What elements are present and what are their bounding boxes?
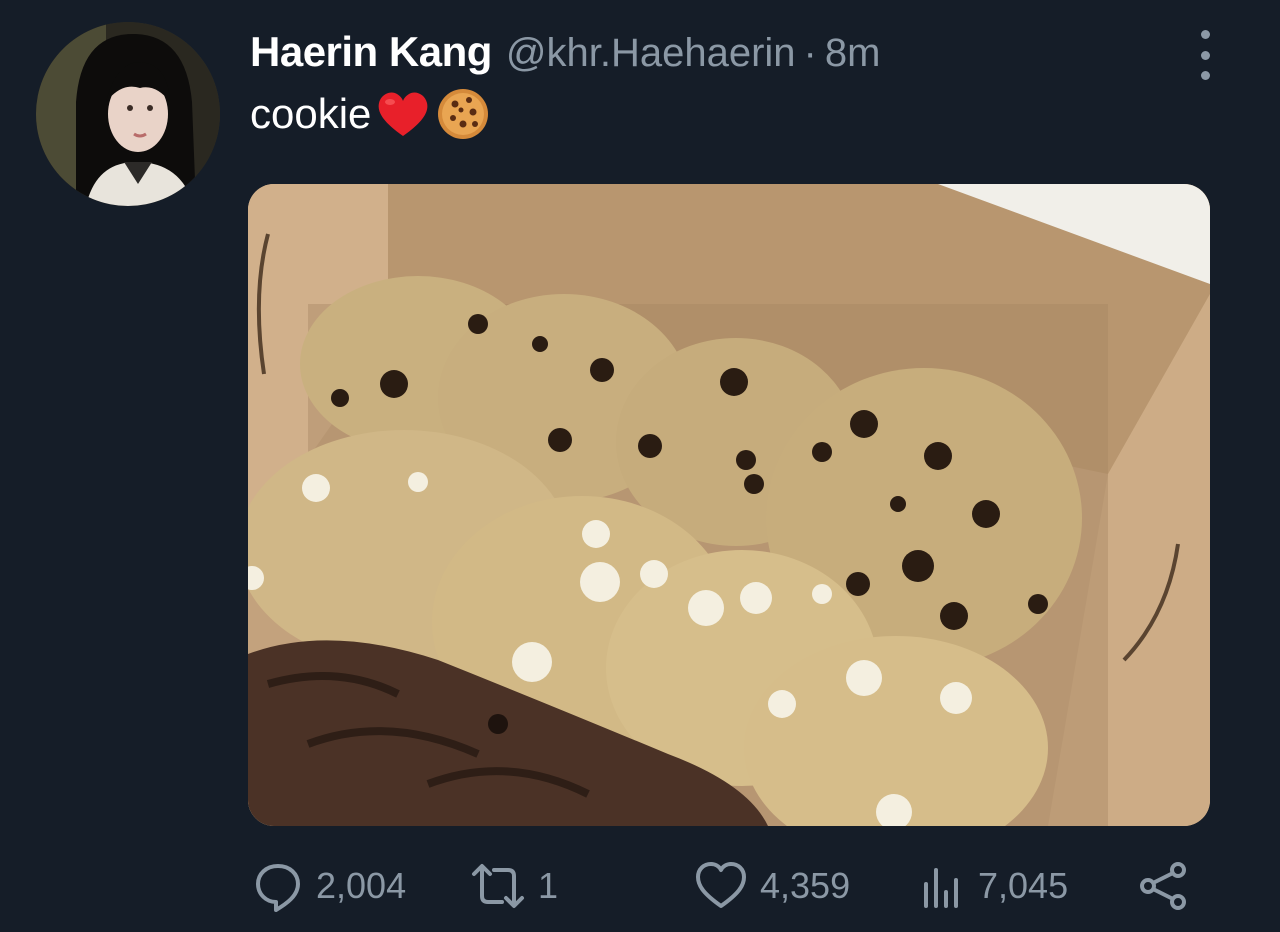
like-button[interactable]: 4,359 (694, 858, 850, 914)
more-options-icon[interactable] (1190, 30, 1220, 80)
cookie-emoji-icon (435, 86, 491, 142)
tweet-text-content: cookie (250, 90, 372, 137)
avatar[interactable] (36, 22, 220, 206)
display-name[interactable]: Haerin Kang (250, 28, 492, 76)
reply-count: 2,004 (316, 865, 407, 906)
separator-dot: · (803, 31, 817, 75)
retweet-count: 1 (538, 865, 559, 906)
action-bar: 2,004 1 4,359 7,045 (0, 850, 1280, 920)
share-button[interactable] (1136, 858, 1192, 914)
tweet-text: cookie (250, 86, 491, 142)
views-button[interactable]: 7,045 (918, 858, 1068, 914)
reply-button[interactable]: 2,004 (252, 858, 406, 914)
tweet[interactable]: Haerin Kang @khr.Haehaerin · 8m cookie 2… (0, 0, 1280, 932)
cookies-box-photo (248, 184, 1210, 826)
more-dot (1200, 30, 1210, 39)
reply-icon (256, 864, 300, 912)
timestamp[interactable]: 8m (825, 31, 881, 76)
more-dot (1200, 50, 1210, 60)
analytics-icon (924, 868, 958, 908)
red-heart-emoji-icon (375, 86, 431, 142)
user-handle[interactable]: @khr.Haehaerin (506, 31, 796, 76)
tweet-header: Haerin Kang @khr.Haehaerin · 8m (250, 28, 880, 84)
share-icon (1140, 862, 1186, 910)
more-dot (1200, 71, 1210, 80)
like-count: 4,359 (760, 865, 851, 906)
heart-icon (696, 862, 746, 908)
retweet-button[interactable]: 1 (470, 858, 558, 914)
views-count: 7,045 (978, 865, 1069, 906)
retweet-icon (472, 864, 524, 908)
avatar-image (36, 22, 220, 206)
tweet-photo[interactable] (248, 184, 1210, 826)
